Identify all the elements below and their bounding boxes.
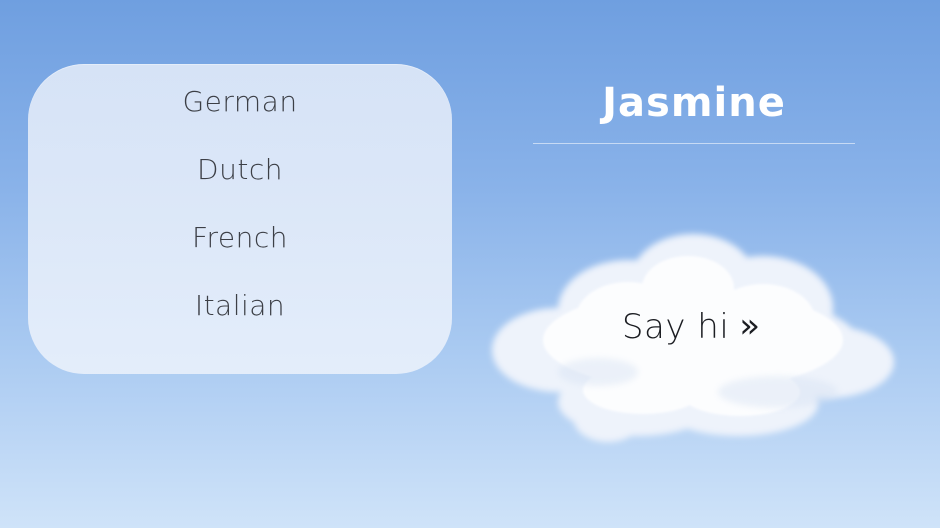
language-label: German — [182, 85, 298, 118]
profile-name: Jasmine — [602, 80, 786, 126]
cloud-container: Say hi » — [478, 222, 906, 452]
language-option-french[interactable]: French — [28, 218, 452, 286]
language-label: French — [191, 221, 289, 254]
language-label: Dutch — [197, 153, 283, 186]
say-hi-label: Say hi — [621, 307, 730, 347]
language-label: Italian — [194, 289, 286, 322]
language-panel: German Dutch French Italian — [28, 64, 452, 374]
language-list: German Dutch French Italian — [28, 82, 452, 354]
double-chevron-right-icon: » — [739, 306, 761, 346]
name-divider — [533, 143, 855, 144]
say-hi-button[interactable]: Say hi » — [478, 222, 906, 432]
sky-background: German Dutch French Italian Jasmine Say … — [0, 0, 940, 528]
language-option-dutch[interactable]: Dutch — [28, 150, 452, 218]
language-option-italian[interactable]: Italian — [28, 286, 452, 354]
language-option-german[interactable]: German — [28, 82, 452, 150]
